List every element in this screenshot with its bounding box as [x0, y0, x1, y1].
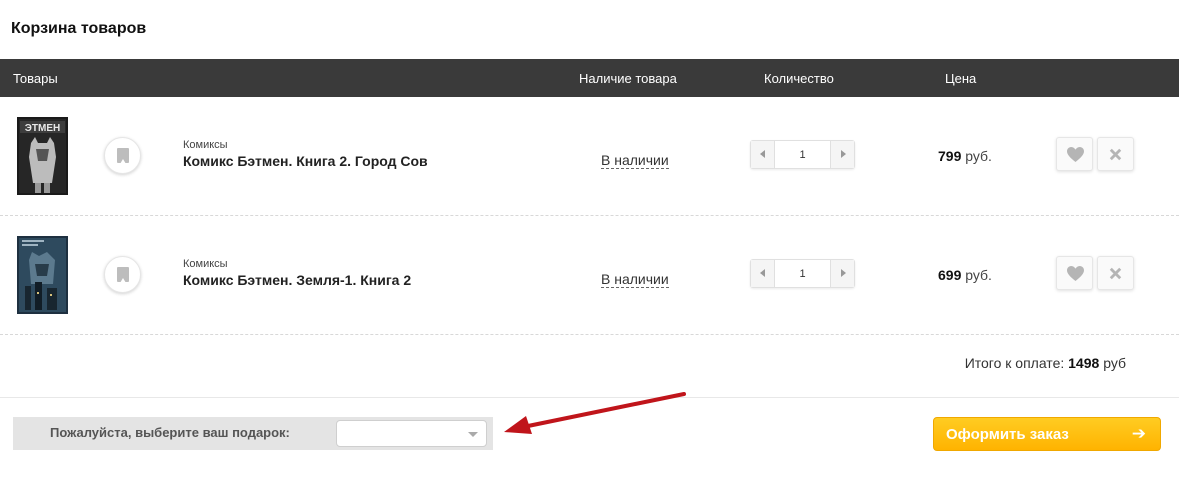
gift-label: Пожалуйста, выберите ваш подарок: [50, 425, 290, 440]
page-title: Корзина товаров [11, 20, 147, 37]
price-amount: 799 [938, 148, 962, 164]
arrow-right-icon: ➔ [1131, 424, 1146, 443]
product-cover-image[interactable]: ЭТМЕН [17, 117, 68, 195]
close-icon [1109, 148, 1122, 161]
add-to-favorites-button[interactable] [1056, 137, 1093, 171]
product-name[interactable]: Комикс Бэтмен. Книга 2. Город Сов [183, 153, 428, 169]
cart-item-row: Комиксы Комикс Бэтмен. Земля-1. Книга 2 … [0, 216, 1179, 335]
column-header-quantity: Количество [764, 71, 834, 86]
bookmark-icon [117, 148, 129, 164]
product-category: Комиксы [183, 139, 228, 151]
gift-selection-bar: Пожалуйста, выберите ваш подарок: [13, 417, 493, 450]
column-header-availability: Наличие товара [579, 71, 677, 86]
availability-status[interactable]: В наличии [601, 152, 669, 169]
svg-text:ЭТМЕН: ЭТМЕН [25, 123, 60, 134]
quantity-increase-button[interactable] [830, 141, 854, 168]
heart-icon [1067, 146, 1084, 163]
quantity-decrease-button[interactable] [751, 260, 775, 287]
quantity-input[interactable] [775, 141, 830, 168]
price-currency: руб. [965, 267, 992, 283]
add-to-favorites-button[interactable] [1056, 256, 1093, 290]
column-header-goods: Товары [13, 71, 58, 86]
checkout-label: Оформить заказ [946, 426, 1069, 443]
quantity-decrease-button[interactable] [751, 141, 775, 168]
remove-item-button[interactable] [1097, 256, 1134, 290]
price-amount: 699 [938, 267, 962, 283]
price-currency: руб. [965, 148, 992, 164]
close-icon [1109, 267, 1122, 280]
quantity-increase-button[interactable] [830, 260, 854, 287]
bookmark-button[interactable] [104, 256, 141, 293]
cart-item-row: ЭТМЕН Комиксы Комикс Бэтмен. Книга 2. Го… [0, 97, 1179, 216]
gift-select-dropdown[interactable] [336, 420, 487, 447]
item-price: 699 руб. [938, 267, 992, 283]
quantity-stepper [750, 259, 855, 288]
item-price: 799 руб. [938, 148, 992, 164]
bookmark-icon [117, 267, 129, 283]
total-label: Итого к оплате: [964, 355, 1065, 371]
bookmark-button[interactable] [104, 137, 141, 174]
quantity-input[interactable] [775, 260, 830, 287]
remove-item-button[interactable] [1097, 137, 1134, 171]
total-amount: 1498 [1068, 355, 1100, 371]
product-category: Комиксы [183, 258, 228, 270]
order-total: Итого к оплате: 1498 руб [965, 355, 1126, 371]
heart-icon [1067, 265, 1084, 282]
total-currency: руб [1103, 355, 1126, 371]
quantity-stepper [750, 140, 855, 169]
column-header-price: Цена [945, 71, 977, 86]
checkout-button[interactable]: Оформить заказ ➔ [933, 417, 1161, 451]
product-name[interactable]: Комикс Бэтмен. Земля-1. Книга 2 [183, 272, 411, 288]
table-header: Товары Наличие товара Количество Цена [0, 59, 1179, 97]
annotation-arrow-icon [504, 392, 686, 434]
product-cover-image[interactable] [17, 236, 68, 314]
availability-status[interactable]: В наличии [601, 271, 669, 288]
